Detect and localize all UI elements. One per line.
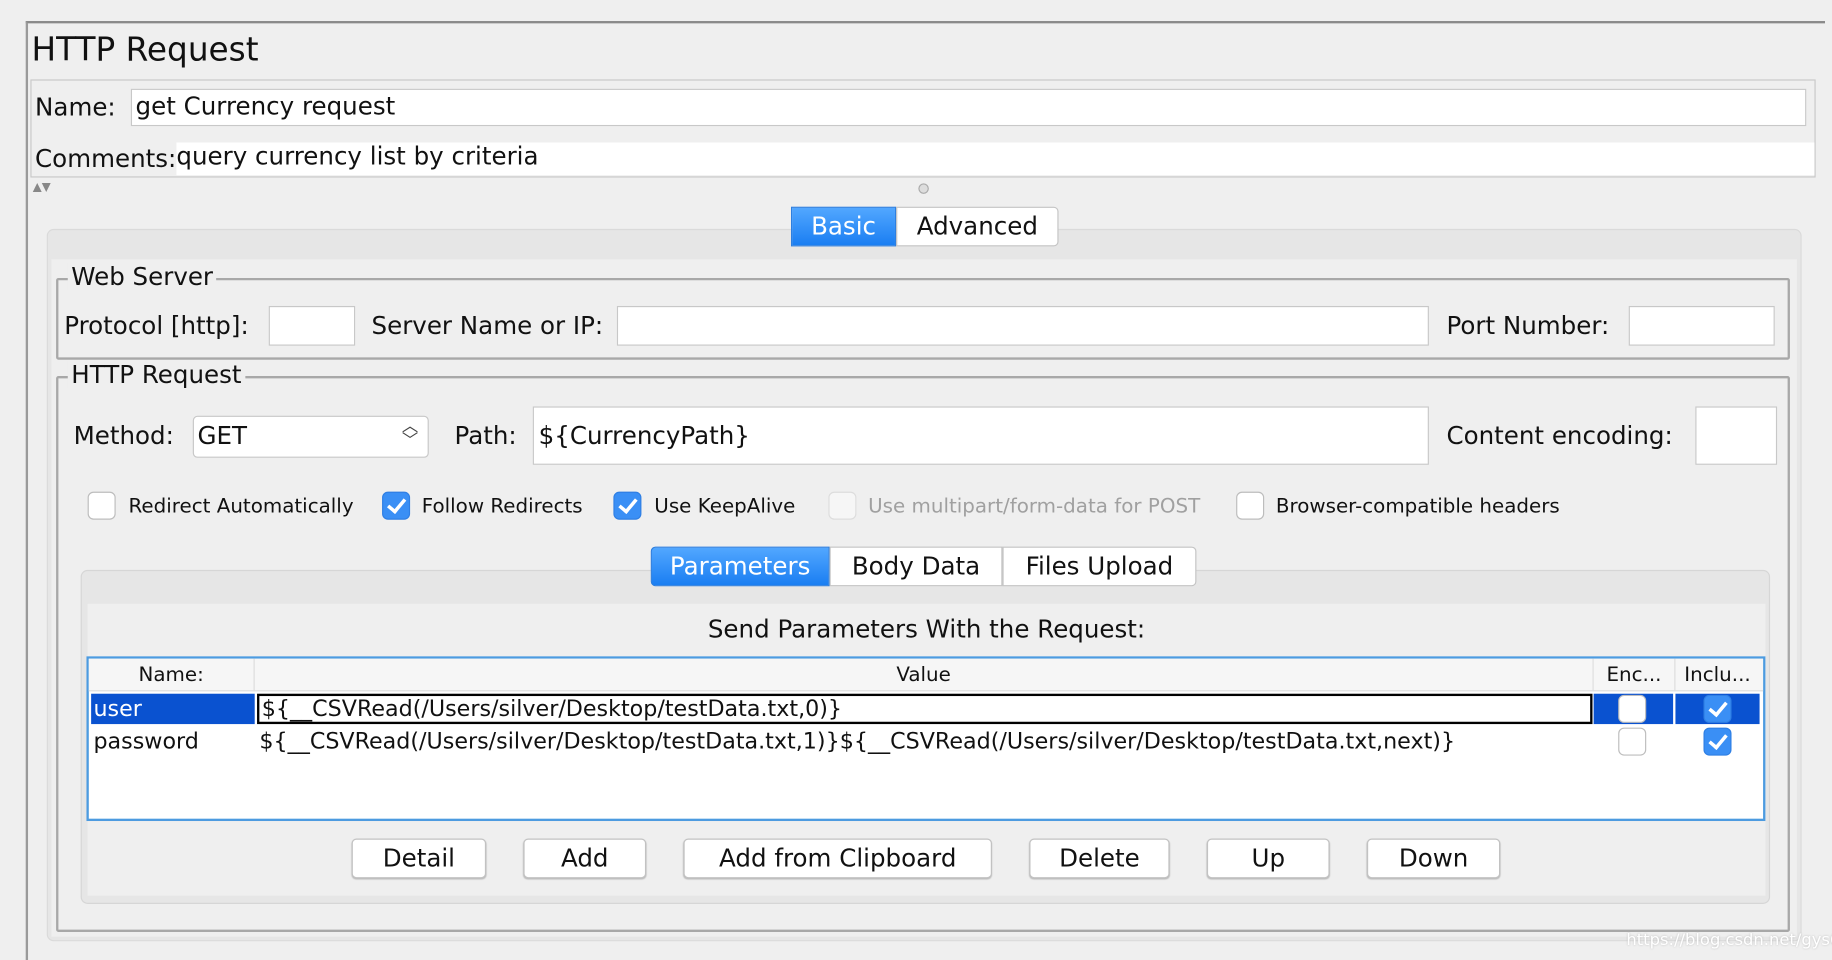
use-keepalive-label: Use KeepAlive bbox=[654, 495, 796, 519]
table-header: Name: Value Enc... Inclu... bbox=[88, 658, 1764, 692]
encode-checkbox[interactable] bbox=[1618, 727, 1647, 756]
encoding-input[interactable] bbox=[1695, 406, 1778, 465]
path-label: Path: bbox=[454, 421, 517, 450]
table-row[interactable]: user ${__CSVRead(/Users/silver/Desktop/t… bbox=[89, 693, 1763, 725]
name-input[interactable]: get Currency request bbox=[130, 88, 1807, 127]
use-keepalive-checkbox[interactable] bbox=[613, 491, 642, 520]
redirect-automatically-label: Redirect Automatically bbox=[128, 495, 354, 519]
follow-redirects-label: Follow Redirects bbox=[421, 495, 583, 519]
encoding-label: Content encoding: bbox=[1446, 421, 1673, 450]
splitter-handle[interactable] bbox=[918, 183, 929, 194]
parameters-table: Name: Value Enc... Inclu... user ${__CSV… bbox=[86, 656, 1766, 822]
column-header-include[interactable]: Inclu... bbox=[1675, 659, 1759, 692]
row-include-cell bbox=[1675, 693, 1760, 725]
port-input[interactable] bbox=[1628, 305, 1775, 346]
delete-button[interactable]: Delete bbox=[1029, 838, 1170, 879]
name-label: Name: bbox=[35, 93, 116, 122]
watermark: https://blog.csdn.net/gys666 bbox=[1626, 930, 1832, 950]
table-row[interactable]: password ${__CSVRead(/Users/silver/Deskt… bbox=[89, 726, 1763, 756]
row-name[interactable]: password bbox=[91, 726, 255, 756]
redirect-automatically-checkbox[interactable] bbox=[87, 491, 116, 520]
tab-files-upload[interactable]: Files Upload bbox=[1002, 546, 1197, 587]
column-header-value[interactable]: Value bbox=[255, 658, 1594, 692]
up-button[interactable]: Up bbox=[1206, 838, 1330, 879]
row-encode-cell bbox=[1593, 693, 1674, 725]
path-input[interactable]: ${CurrencyPath} bbox=[532, 406, 1429, 465]
page-title: HTTP Request bbox=[31, 30, 259, 69]
tab-parameters[interactable]: Parameters bbox=[650, 546, 830, 587]
comments-label: Comments: bbox=[35, 144, 177, 173]
http-request-title: HTTP Request bbox=[67, 360, 246, 389]
multipart-label: Use multipart/form-data for POST bbox=[868, 495, 1201, 519]
method-label: Method: bbox=[73, 421, 174, 450]
column-header-encode[interactable]: Enc... bbox=[1594, 658, 1676, 692]
protocol-input[interactable] bbox=[268, 305, 356, 346]
comments-input[interactable]: query currency list by criteria bbox=[176, 142, 1815, 176]
method-value: GET bbox=[197, 421, 247, 450]
http-request-panel: HTTP Request Name: get Currency request … bbox=[0, 0, 1832, 960]
chevron-updown-icon: ︿ ﹀ bbox=[401, 416, 419, 451]
include-checkbox[interactable] bbox=[1703, 694, 1732, 723]
follow-redirects-checkbox[interactable] bbox=[382, 491, 411, 520]
server-input[interactable] bbox=[616, 305, 1429, 346]
browser-compatible-checkbox[interactable] bbox=[1236, 491, 1265, 520]
protocol-label: Protocol [http]: bbox=[64, 311, 249, 340]
method-select[interactable]: GET ︿ ﹀ bbox=[192, 415, 429, 458]
add-from-clipboard-button[interactable]: Add from Clipboard bbox=[683, 838, 992, 879]
parameters-heading: Send Parameters With the Request: bbox=[707, 615, 1146, 644]
browser-compatible-label: Browser-compatible headers bbox=[1275, 495, 1560, 519]
tab-body-data[interactable]: Body Data bbox=[829, 546, 1003, 587]
include-checkbox[interactable] bbox=[1703, 727, 1732, 756]
splitter-arrows-icon[interactable]: ▲▼ bbox=[33, 181, 51, 194]
row-value-editor[interactable]: ${__CSVRead(/Users/silver/Desktop/testDa… bbox=[257, 693, 1593, 725]
column-header-name[interactable]: Name: bbox=[89, 658, 255, 692]
add-button[interactable]: Add bbox=[523, 838, 647, 879]
port-label: Port Number: bbox=[1446, 311, 1610, 340]
multipart-checkbox bbox=[828, 491, 857, 520]
down-button[interactable]: Down bbox=[1366, 838, 1501, 879]
row-name[interactable]: user bbox=[91, 693, 255, 725]
server-label: Server Name or IP: bbox=[371, 311, 604, 340]
row-value[interactable]: ${__CSVRead(/Users/silver/Desktop/testDa… bbox=[259, 726, 1591, 756]
tab-basic[interactable]: Basic bbox=[790, 206, 897, 247]
encode-checkbox[interactable] bbox=[1618, 694, 1647, 723]
tab-advanced[interactable]: Advanced bbox=[896, 206, 1059, 247]
detail-button[interactable]: Detail bbox=[351, 838, 487, 879]
web-server-title: Web Server bbox=[67, 262, 217, 291]
